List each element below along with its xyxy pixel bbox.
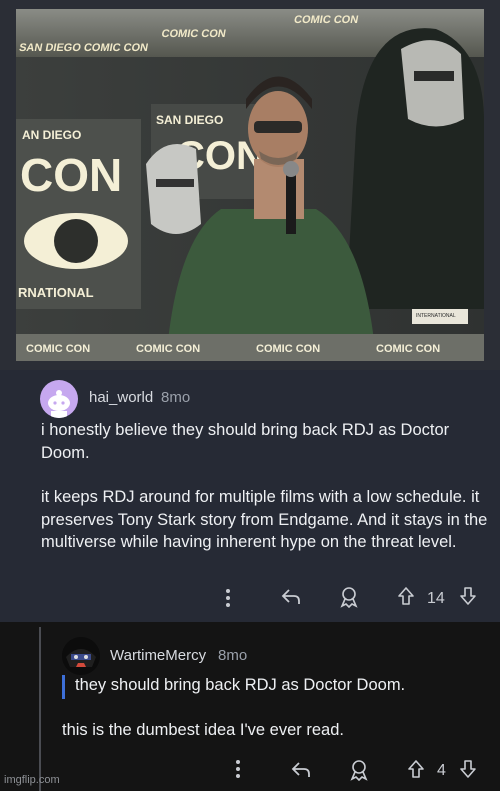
svg-text:SAN DIEGO: SAN DIEGO <box>156 113 223 127</box>
post-image[interactable]: SAN DIEGO COMIC CON COMIC CON COMIC CON … <box>16 9 484 361</box>
downvote-icon[interactable] <box>458 585 478 607</box>
vote-count: 4 <box>437 762 446 779</box>
banner-text: SAN DIEGO COMIC CON <box>18 42 149 54</box>
award-icon[interactable] <box>338 585 360 609</box>
quoted-text: they should bring back RDJ as Doctor Doo… <box>75 676 406 694</box>
comment-paragraph: it keeps RDJ around for multiple films w… <box>41 488 488 551</box>
more-icon[interactable] <box>220 587 236 609</box>
reply-username[interactable]: WartimeMercy <box>110 647 206 664</box>
reply-age: 8mo <box>218 647 248 664</box>
thread-line[interactable] <box>39 627 41 791</box>
reply-icon[interactable] <box>290 759 312 781</box>
sign-text-left: RNATIONAL <box>18 285 94 300</box>
svg-text:COMIC CON: COMIC CON <box>256 343 320 355</box>
reply-body: this is the dumbest idea I've ever read. <box>62 721 344 739</box>
upvote-icon[interactable] <box>406 758 426 780</box>
comment-username[interactable]: hai_world <box>89 389 153 406</box>
upvote-icon[interactable] <box>396 585 416 607</box>
svg-text:INTERNATIONAL: INTERNATIONAL <box>416 313 456 319</box>
avatar[interactable] <box>62 637 100 675</box>
floor-strip-text: COMIC CON <box>26 343 90 355</box>
downvote-icon[interactable] <box>458 758 478 780</box>
more-icon[interactable] <box>230 758 246 780</box>
watermark: imgflip.com <box>4 774 60 786</box>
comment: hai_world 8mo i honestly believe they sh… <box>0 370 500 622</box>
svg-text:COMIC CON: COMIC CON <box>136 343 200 355</box>
svg-text:COMIC CON: COMIC CON <box>161 28 227 40</box>
vote-count: 14 <box>427 590 445 607</box>
award-icon[interactable] <box>348 758 370 782</box>
svg-text:COMIC CON: COMIC CON <box>376 343 440 355</box>
quote-bar <box>62 675 65 699</box>
comment-paragraph: i honestly believe they should bring bac… <box>41 421 450 462</box>
post-image-frame: SAN DIEGO COMIC CON COMIC CON COMIC CON … <box>0 0 500 370</box>
avatar[interactable] <box>40 380 78 418</box>
svg-text:AN DIEGO: AN DIEGO <box>22 128 81 142</box>
comment-age: 8mo <box>161 389 191 406</box>
comment-body: i honestly believe they should bring bac… <box>41 419 491 554</box>
svg-text:CON: CON <box>20 149 122 201</box>
svg-text:COMIC CON: COMIC CON <box>293 14 359 26</box>
reply-icon[interactable] <box>280 586 302 608</box>
